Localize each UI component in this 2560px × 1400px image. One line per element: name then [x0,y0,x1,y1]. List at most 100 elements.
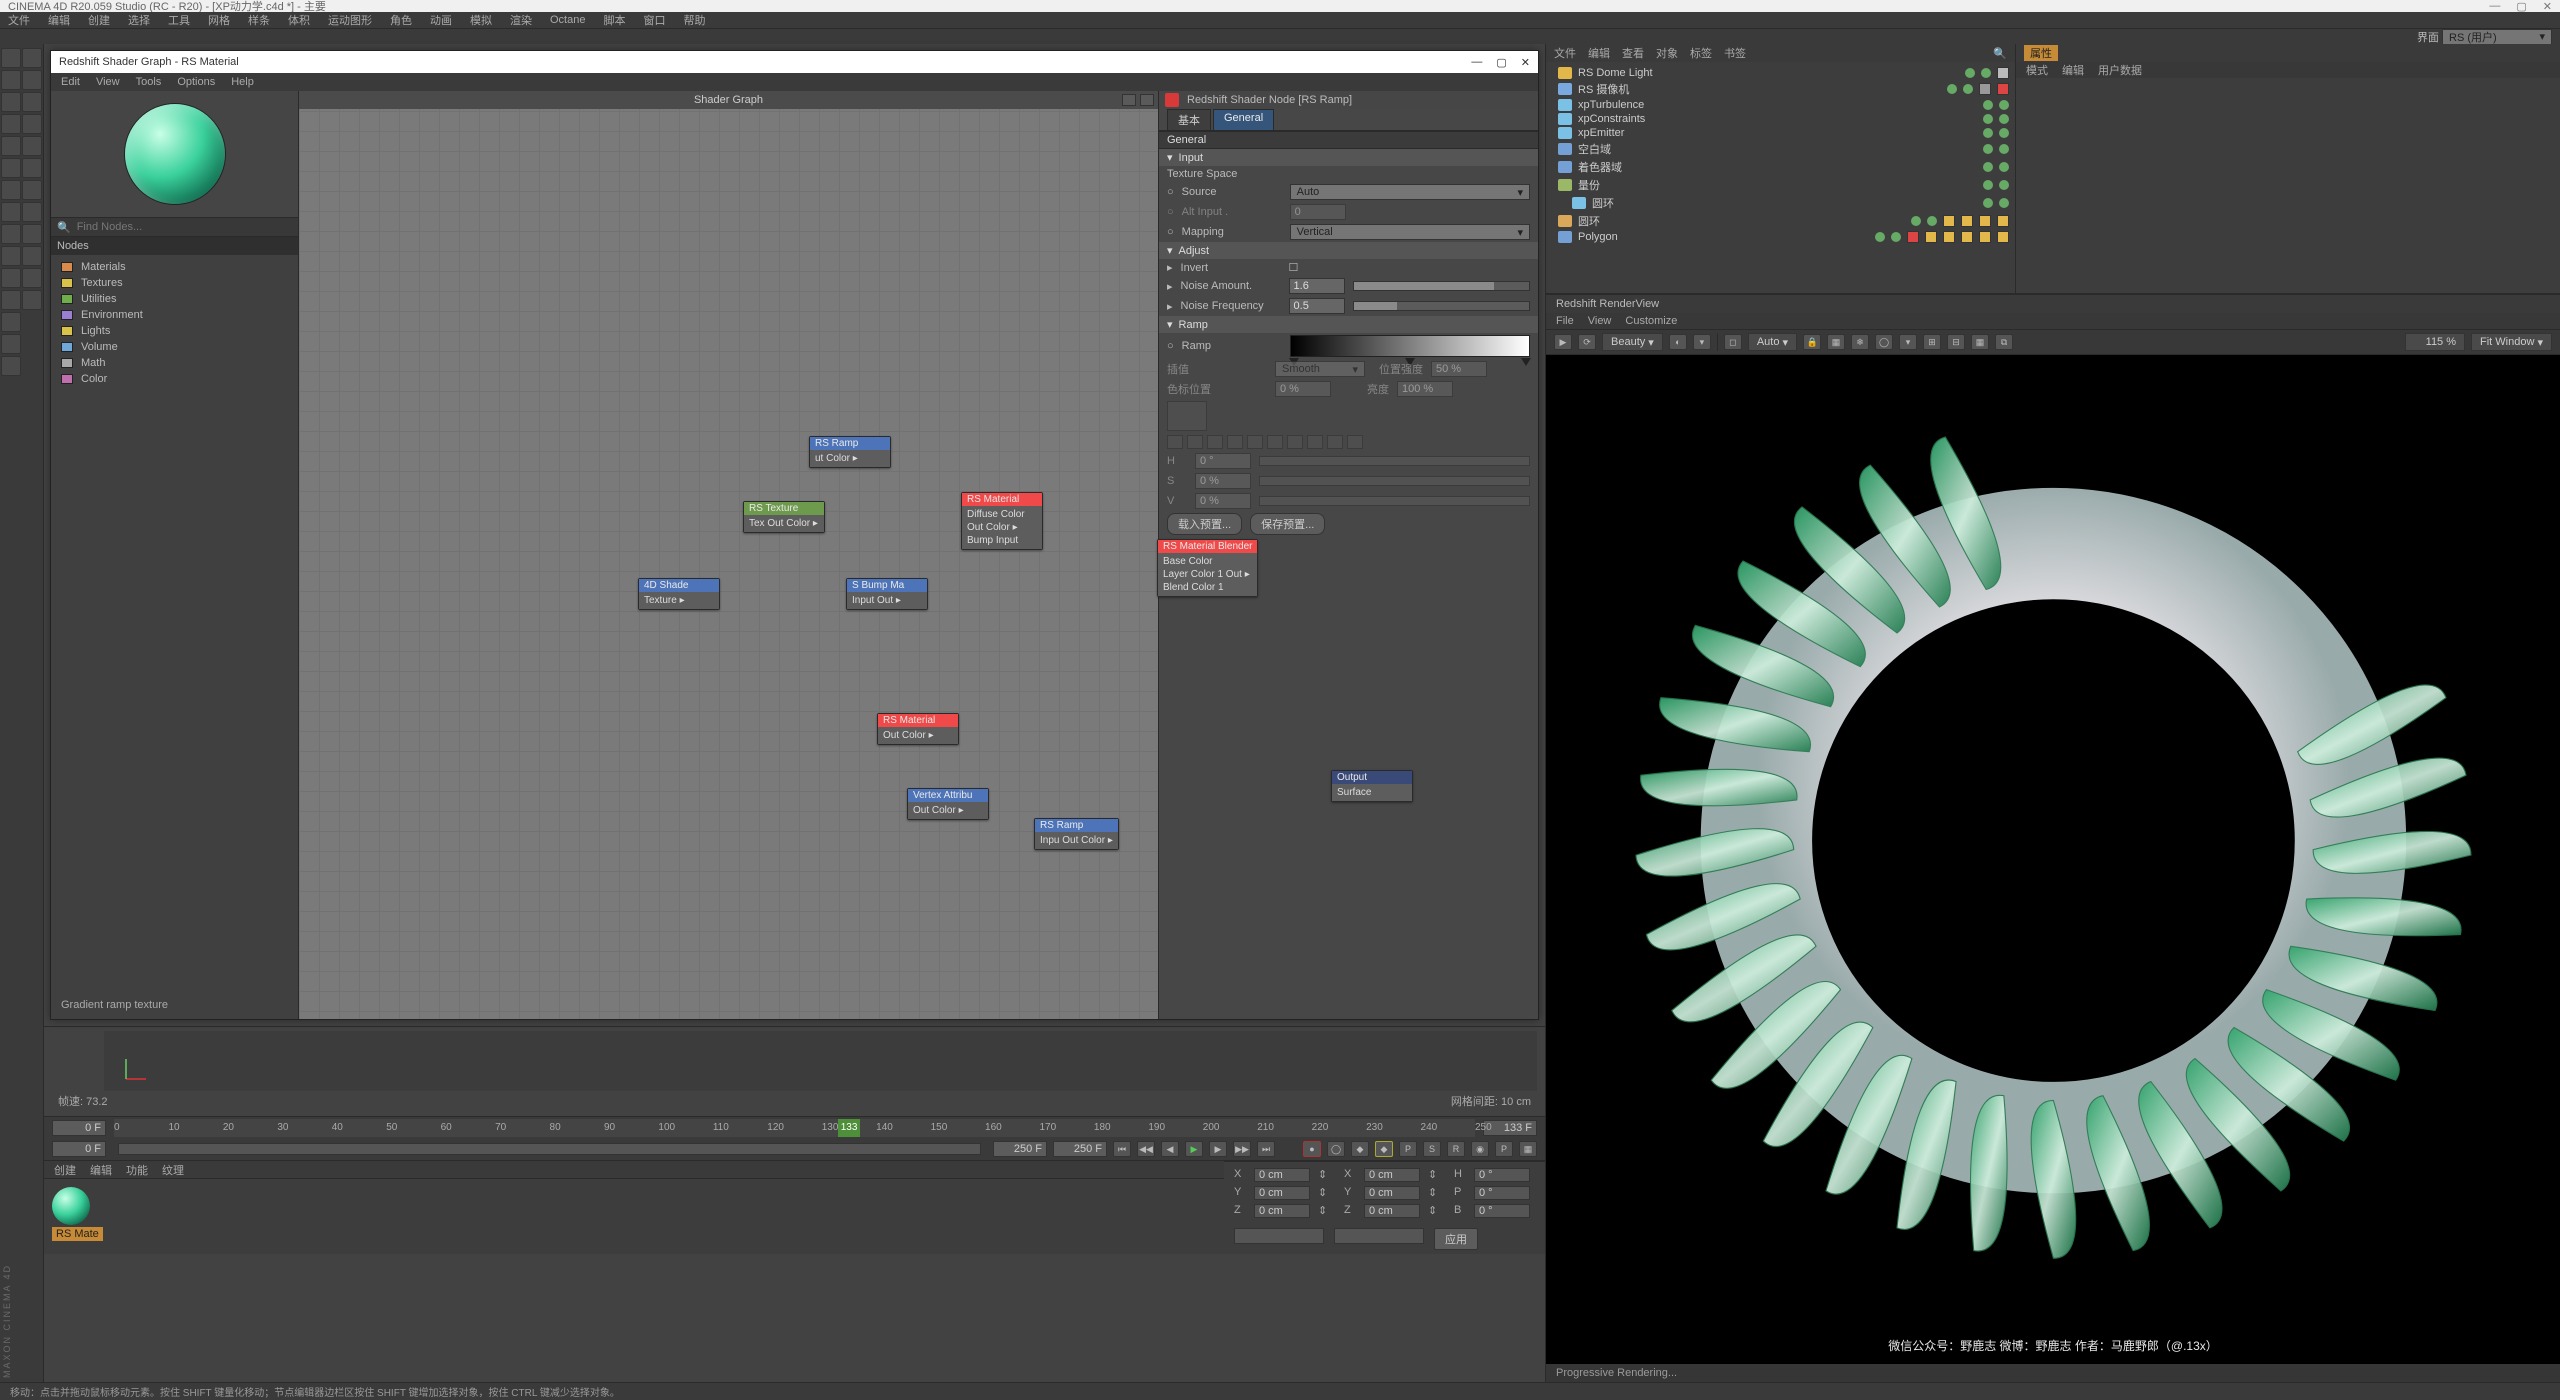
tool[interactable] [1,334,21,354]
tool[interactable] [1,158,21,178]
tab[interactable]: 用户数据 [2098,62,2142,78]
tab[interactable]: 书签 [1724,45,1746,61]
menu-item[interactable]: View [1588,315,1612,327]
menu-item[interactable]: 选择 [128,12,150,28]
ramp-tool-icon[interactable] [1287,435,1303,449]
rv-tool-icon[interactable]: ⊞ [1923,334,1941,350]
noise-freq-slider[interactable] [1353,301,1530,311]
menu-item[interactable]: File [1556,315,1574,327]
layout-dropdown[interactable]: RS (用户)▾ [2442,29,2552,45]
object-row[interactable]: 着色器域 [1552,158,2009,176]
node-category[interactable]: Utilities [51,291,298,307]
object-row[interactable]: 圆环 [1552,212,2009,230]
v-input[interactable]: 0 % [1195,493,1251,509]
object-tag-icon[interactable] [1997,67,2009,79]
vis-dot-icon[interactable] [1999,198,2009,208]
noise-amount-input[interactable]: 1.6 [1289,278,1345,294]
vis-dot-icon[interactable] [1963,84,1973,94]
rv-tool-icon[interactable]: ⊟ [1947,334,1965,350]
autokey-icon[interactable]: ◯ [1327,1141,1345,1157]
rv-tool-icon[interactable]: ▾ [1899,334,1917,350]
maximize-icon[interactable]: ▢ [2516,0,2526,13]
render-viewport[interactable]: 微信公众号：野鹿志 微博：野鹿志 作者：马鹿野郎（@.13x） [1546,355,2560,1364]
menu-item[interactable]: 动画 [430,12,452,28]
goto-end-icon[interactable]: ⏭ [1257,1141,1275,1157]
coord-space-dropdown[interactable] [1234,1228,1324,1244]
graph-node[interactable]: RS Material BlenderBase ColorLayer Color… [1157,539,1258,597]
color-swatch[interactable] [1167,401,1207,431]
menu-item[interactable]: 窗口 [643,12,665,28]
graph-node[interactable]: RS Ramput Color ▸ [809,436,891,468]
object-tag-icon[interactable] [1979,231,1991,243]
vis-dot-icon[interactable] [1983,198,1993,208]
rv-tool-icon[interactable]: ▦ [1971,334,1989,350]
vis-dot-icon[interactable] [1875,232,1885,242]
tool[interactable] [22,48,42,68]
menu-item[interactable]: Customize [1625,315,1677,327]
tab[interactable]: 查看 [1622,45,1644,61]
tool[interactable] [22,92,42,112]
object-tag-icon[interactable] [1943,215,1955,227]
tool[interactable] [22,224,42,244]
alt-input[interactable]: 0 [1290,204,1346,220]
graph-node[interactable]: RS RampInpu Out Color ▸ [1034,818,1119,850]
coord-input[interactable]: 0 cm [1254,1204,1310,1218]
rv-tool-icon[interactable]: ◻ [1724,334,1742,350]
ramp-tool-icon[interactable] [1167,435,1183,449]
refresh-icon[interactable]: ⟳ [1578,334,1596,350]
object-row[interactable]: 量份 [1552,176,2009,194]
tool[interactable] [1,268,21,288]
apply-button[interactable]: 应用 [1434,1228,1478,1250]
tab[interactable]: 编辑 [2062,62,2084,78]
tab[interactable]: 编辑 [90,1162,112,1178]
ramp-tool-icon[interactable] [1347,435,1363,449]
vis-dot-icon[interactable] [1983,100,1993,110]
tool[interactable] [1,312,21,332]
vis-dot-icon[interactable] [1981,68,1991,78]
snowflake-icon[interactable]: ❄ [1851,334,1869,350]
section-adjust[interactable]: ▾Adjust [1159,242,1538,259]
minimize-icon[interactable]: — [2489,0,2500,13]
ramp-tool-icon[interactable] [1267,435,1283,449]
object-row[interactable]: 空白域 [1552,140,2009,158]
frame-start[interactable]: 0 F [52,1120,106,1136]
aov-dropdown[interactable]: Beauty ▾ [1602,333,1663,351]
object-tag-icon[interactable] [1979,215,1991,227]
menu-item[interactable]: 工具 [168,12,190,28]
pos-intensity-input[interactable]: 50 % [1431,361,1487,377]
opt-icon[interactable]: ◉ [1471,1141,1489,1157]
coord-input[interactable]: 0 ° [1474,1168,1530,1182]
rv-tool-icon[interactable]: ◐ [1669,334,1687,350]
tab[interactable]: 文件 [1554,45,1576,61]
menu-item[interactable]: View [96,76,120,88]
play-icon[interactable]: ▶ [1185,1141,1203,1157]
object-row[interactable]: xpConstraints [1552,112,2009,126]
menu-item[interactable]: Tools [136,76,162,88]
tool[interactable] [1,180,21,200]
color-pos-input[interactable]: 0 % [1275,381,1331,397]
tab-basic[interactable]: 基本 [1167,109,1211,130]
object-tag-icon[interactable] [1943,231,1955,243]
object-row[interactable]: RS Dome Light [1552,66,2009,80]
tool[interactable] [1,290,21,310]
menu-item[interactable]: 帮助 [683,12,705,28]
coord-scale-dropdown[interactable] [1334,1228,1424,1244]
object-row[interactable]: 圆环 [1552,194,2009,212]
graph-node[interactable]: Vertex AttribuOut Color ▸ [907,788,989,820]
frame-end[interactable]: 250 F [1053,1141,1107,1157]
vis-dot-icon[interactable] [1911,216,1921,226]
frames-ruler[interactable]: 0 F 010203040506070809010011012013014015… [44,1116,1545,1138]
minimize-icon[interactable]: — [1471,56,1482,69]
node-category[interactable]: Color [51,371,298,387]
menu-item[interactable]: 模拟 [470,12,492,28]
object-row[interactable]: RS 摄像机 [1552,80,2009,98]
render-icon[interactable]: ▶ [1554,334,1572,350]
tool[interactable] [22,290,42,310]
menu-item[interactable]: 脚本 [603,12,625,28]
zoom-input[interactable]: 115 % [2405,333,2465,351]
opt-icon[interactable]: R [1447,1141,1465,1157]
mapping-dropdown[interactable]: Vertical▾ [1290,224,1530,240]
view-start[interactable]: 0 F [52,1141,106,1157]
menu-item[interactable]: 编辑 [48,12,70,28]
tool[interactable] [22,136,42,156]
